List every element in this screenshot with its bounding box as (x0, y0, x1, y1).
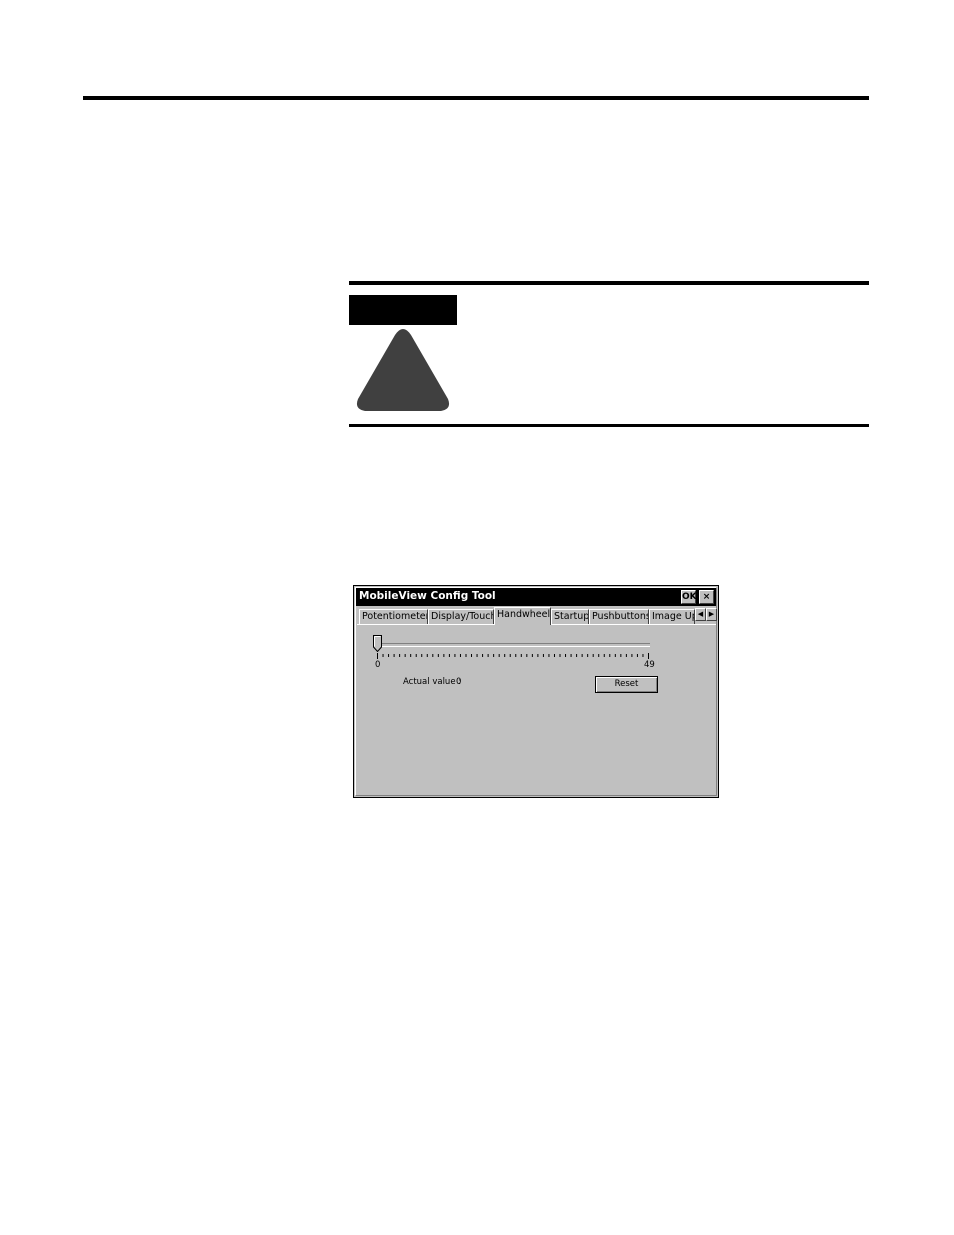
attention-top-rule (349, 281, 869, 285)
handwheel-panel: 0 49 Actual value : 0 Reset (357, 624, 716, 794)
attention-label (349, 295, 457, 325)
slider-min-label: 0 (375, 660, 381, 670)
reset-button[interactable]: Reset (595, 676, 658, 693)
actual-value: 0 (456, 677, 462, 687)
config-tool-window: MobileView Config Tool OK × Potentiomete… (353, 585, 719, 798)
warning-triangle-icon (356, 329, 450, 411)
tab-pushbuttons[interactable]: Pushbuttons (589, 609, 649, 624)
arrow-left-icon[interactable]: ◀ (695, 608, 706, 621)
actual-value-label: Actual value : (403, 677, 462, 687)
close-icon[interactable]: × (699, 590, 714, 604)
attention-bottom-rule (349, 424, 869, 427)
ok-button[interactable]: OK (681, 590, 697, 604)
arrow-right-icon[interactable]: ▶ (706, 608, 717, 621)
tab-potentiometer[interactable]: Potentiometer (359, 609, 428, 624)
tab-startup[interactable]: Startup (551, 609, 589, 624)
tab-image-update[interactable]: Image Up (649, 609, 695, 624)
tab-display-touch[interactable]: Display/Touch (428, 609, 494, 624)
slider-thumb[interactable] (373, 635, 382, 652)
slider-max-label: 49 (644, 660, 655, 670)
title-bar: MobileView Config Tool OK × (356, 588, 716, 606)
handwheel-slider-track[interactable] (377, 643, 650, 647)
page-top-rule (83, 96, 869, 100)
tab-strip: Potentiometer Display/Touch Handwheel St… (357, 607, 717, 625)
slider-ticks (377, 653, 649, 659)
tab-handwheel[interactable]: Handwheel (494, 607, 551, 625)
window-title: MobileView Config Tool (359, 590, 496, 602)
